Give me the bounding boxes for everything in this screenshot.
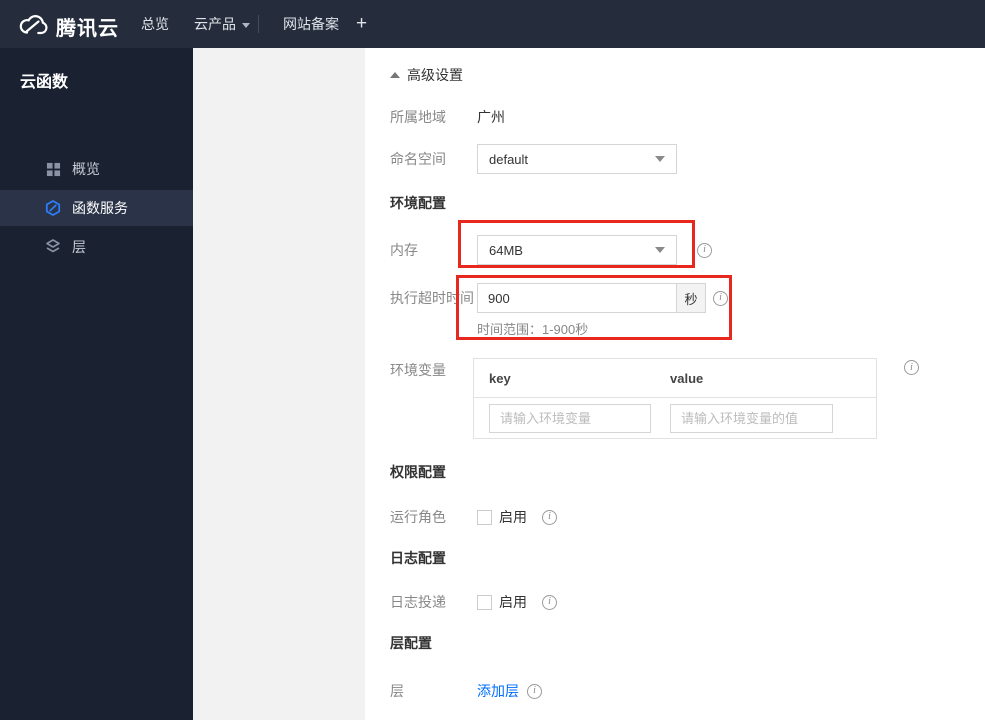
topnav-cloud-products[interactable]: 云产品: [194, 0, 250, 48]
sidebar-item-layers[interactable]: 层: [0, 229, 193, 265]
log-delivery-enable-label: 启用: [499, 594, 527, 610]
log-delivery-info-icon[interactable]: i: [542, 594, 557, 610]
chevron-down-icon: [242, 22, 250, 28]
add-layer-link[interactable]: 添加层: [477, 681, 519, 701]
memory-selected-value: 64MB: [489, 242, 523, 258]
tencent-cloud-logo-icon[interactable]: [17, 10, 51, 38]
topnav-overview[interactable]: 总览: [141, 0, 169, 48]
sidebar-item-label: 层: [72, 239, 86, 255]
function-hexagon-icon: [45, 200, 61, 216]
sidebar-item-label: 函数服务: [72, 200, 128, 216]
timeout-input[interactable]: [477, 283, 677, 313]
region-value: 广州: [477, 109, 505, 125]
namespace-selected-value: default: [489, 151, 529, 167]
log-delivery-enable-checkbox[interactable]: [477, 594, 492, 610]
secondary-panel: [193, 48, 365, 720]
env-vars-table-row: [474, 398, 876, 439]
run-role-enable-checkbox[interactable]: [477, 509, 492, 525]
topnav-icp-record[interactable]: 网站备案: [283, 0, 339, 48]
grid-icon: [45, 161, 61, 177]
region-label: 所属地域: [390, 109, 446, 125]
layer-section-title: 层配置: [390, 635, 432, 651]
memory-select[interactable]: 64MB: [477, 235, 677, 265]
env-vars-info-icon[interactable]: i: [904, 360, 919, 375]
namespace-select[interactable]: default: [477, 144, 677, 174]
layers-icon: [45, 239, 61, 255]
memory-label: 内存: [390, 242, 418, 258]
topnav-icp-record-label: 网站备案: [283, 16, 339, 32]
env-config-section-title: 环境配置: [390, 195, 446, 211]
env-vars-table: key value: [473, 358, 877, 439]
env-vars-table-header: key value: [474, 359, 876, 398]
env-vars-label: 环境变量: [390, 362, 446, 378]
add-tab-button[interactable]: +: [356, 0, 367, 48]
topbar: 腾讯云 总览 云产品 网站备案 +: [0, 0, 985, 48]
sidebar-title: 云函数: [20, 74, 69, 91]
sidebar: 云函数 概览 函数服务 层: [0, 48, 193, 720]
chevron-down-icon: [655, 156, 665, 162]
advanced-settings-toggle[interactable]: 高级设置: [390, 65, 463, 85]
key-column-header: key: [489, 370, 511, 386]
timeout-label: 执行超时时间: [390, 290, 474, 306]
memory-info-icon[interactable]: i: [697, 242, 712, 258]
run-role-enable-label: 启用: [499, 509, 527, 525]
layer-label: 层: [390, 683, 404, 699]
advanced-settings-label: 高级设置: [407, 67, 463, 83]
brand-name[interactable]: 腾讯云: [56, 12, 119, 41]
log-section-title: 日志配置: [390, 550, 446, 566]
chevron-down-icon: [655, 247, 665, 253]
log-delivery-label: 日志投递: [390, 594, 446, 610]
topnav-overview-label: 总览: [141, 16, 169, 32]
topnav-cloud-products-label: 云产品: [194, 16, 236, 32]
value-column-header: value: [670, 370, 704, 386]
timeout-range-hint: 时间范围：1-900秒: [477, 322, 589, 337]
env-var-key-input[interactable]: [489, 404, 651, 433]
collapse-arrow-icon: [390, 72, 400, 78]
advanced-settings-panel: 高级设置 所属地域 广州 命名空间 default 环境配置 内存 64MB i: [365, 48, 985, 720]
sidebar-item-label: 概览: [72, 161, 100, 177]
timeout-info-icon[interactable]: i: [713, 290, 728, 306]
env-var-value-input[interactable]: [670, 404, 833, 433]
topbar-divider: [258, 15, 259, 33]
namespace-label: 命名空间: [390, 151, 446, 167]
run-role-label: 运行角色: [390, 509, 446, 525]
tencent-cloud-console: 腾讯云 总览 云产品 网站备案 + 云函数 概览 函数服务 层 高级设置 所属地…: [0, 0, 985, 720]
add-layer-info-icon[interactable]: i: [527, 683, 542, 699]
timeout-unit-suffix: 秒: [676, 283, 706, 313]
sidebar-item-overview[interactable]: 概览: [0, 151, 193, 187]
run-role-info-icon[interactable]: i: [542, 509, 557, 525]
sidebar-item-function-service[interactable]: 函数服务: [0, 190, 193, 226]
permission-section-title: 权限配置: [390, 464, 446, 480]
